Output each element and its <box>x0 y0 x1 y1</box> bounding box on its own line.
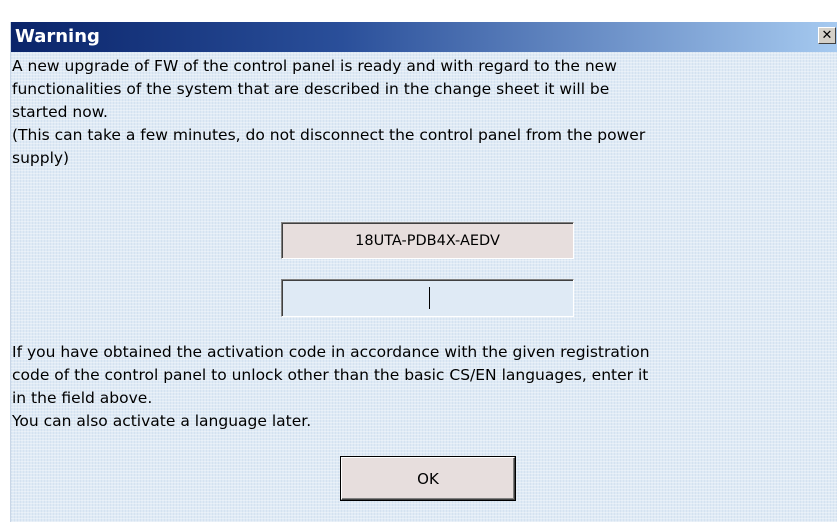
activation-instructions: If you have obtained the activation code… <box>12 343 650 430</box>
registration-code-value: 18UTA-PDB4X-AEDV <box>355 232 500 249</box>
registration-code-field: 18UTA-PDB4X-AEDV <box>281 222 574 259</box>
dialog-title: Warning <box>15 26 100 47</box>
text-caret <box>429 287 430 309</box>
title-bar[interactable]: Warning ✕ <box>11 22 837 52</box>
upgrade-message: A new upgrade of FW of the control panel… <box>12 57 646 167</box>
ok-button-label: OK <box>417 469 439 488</box>
ok-button[interactable]: OK <box>340 456 516 501</box>
close-button[interactable]: ✕ <box>818 27 836 44</box>
close-icon: ✕ <box>821 28 833 43</box>
activation-code-input[interactable] <box>281 279 574 317</box>
